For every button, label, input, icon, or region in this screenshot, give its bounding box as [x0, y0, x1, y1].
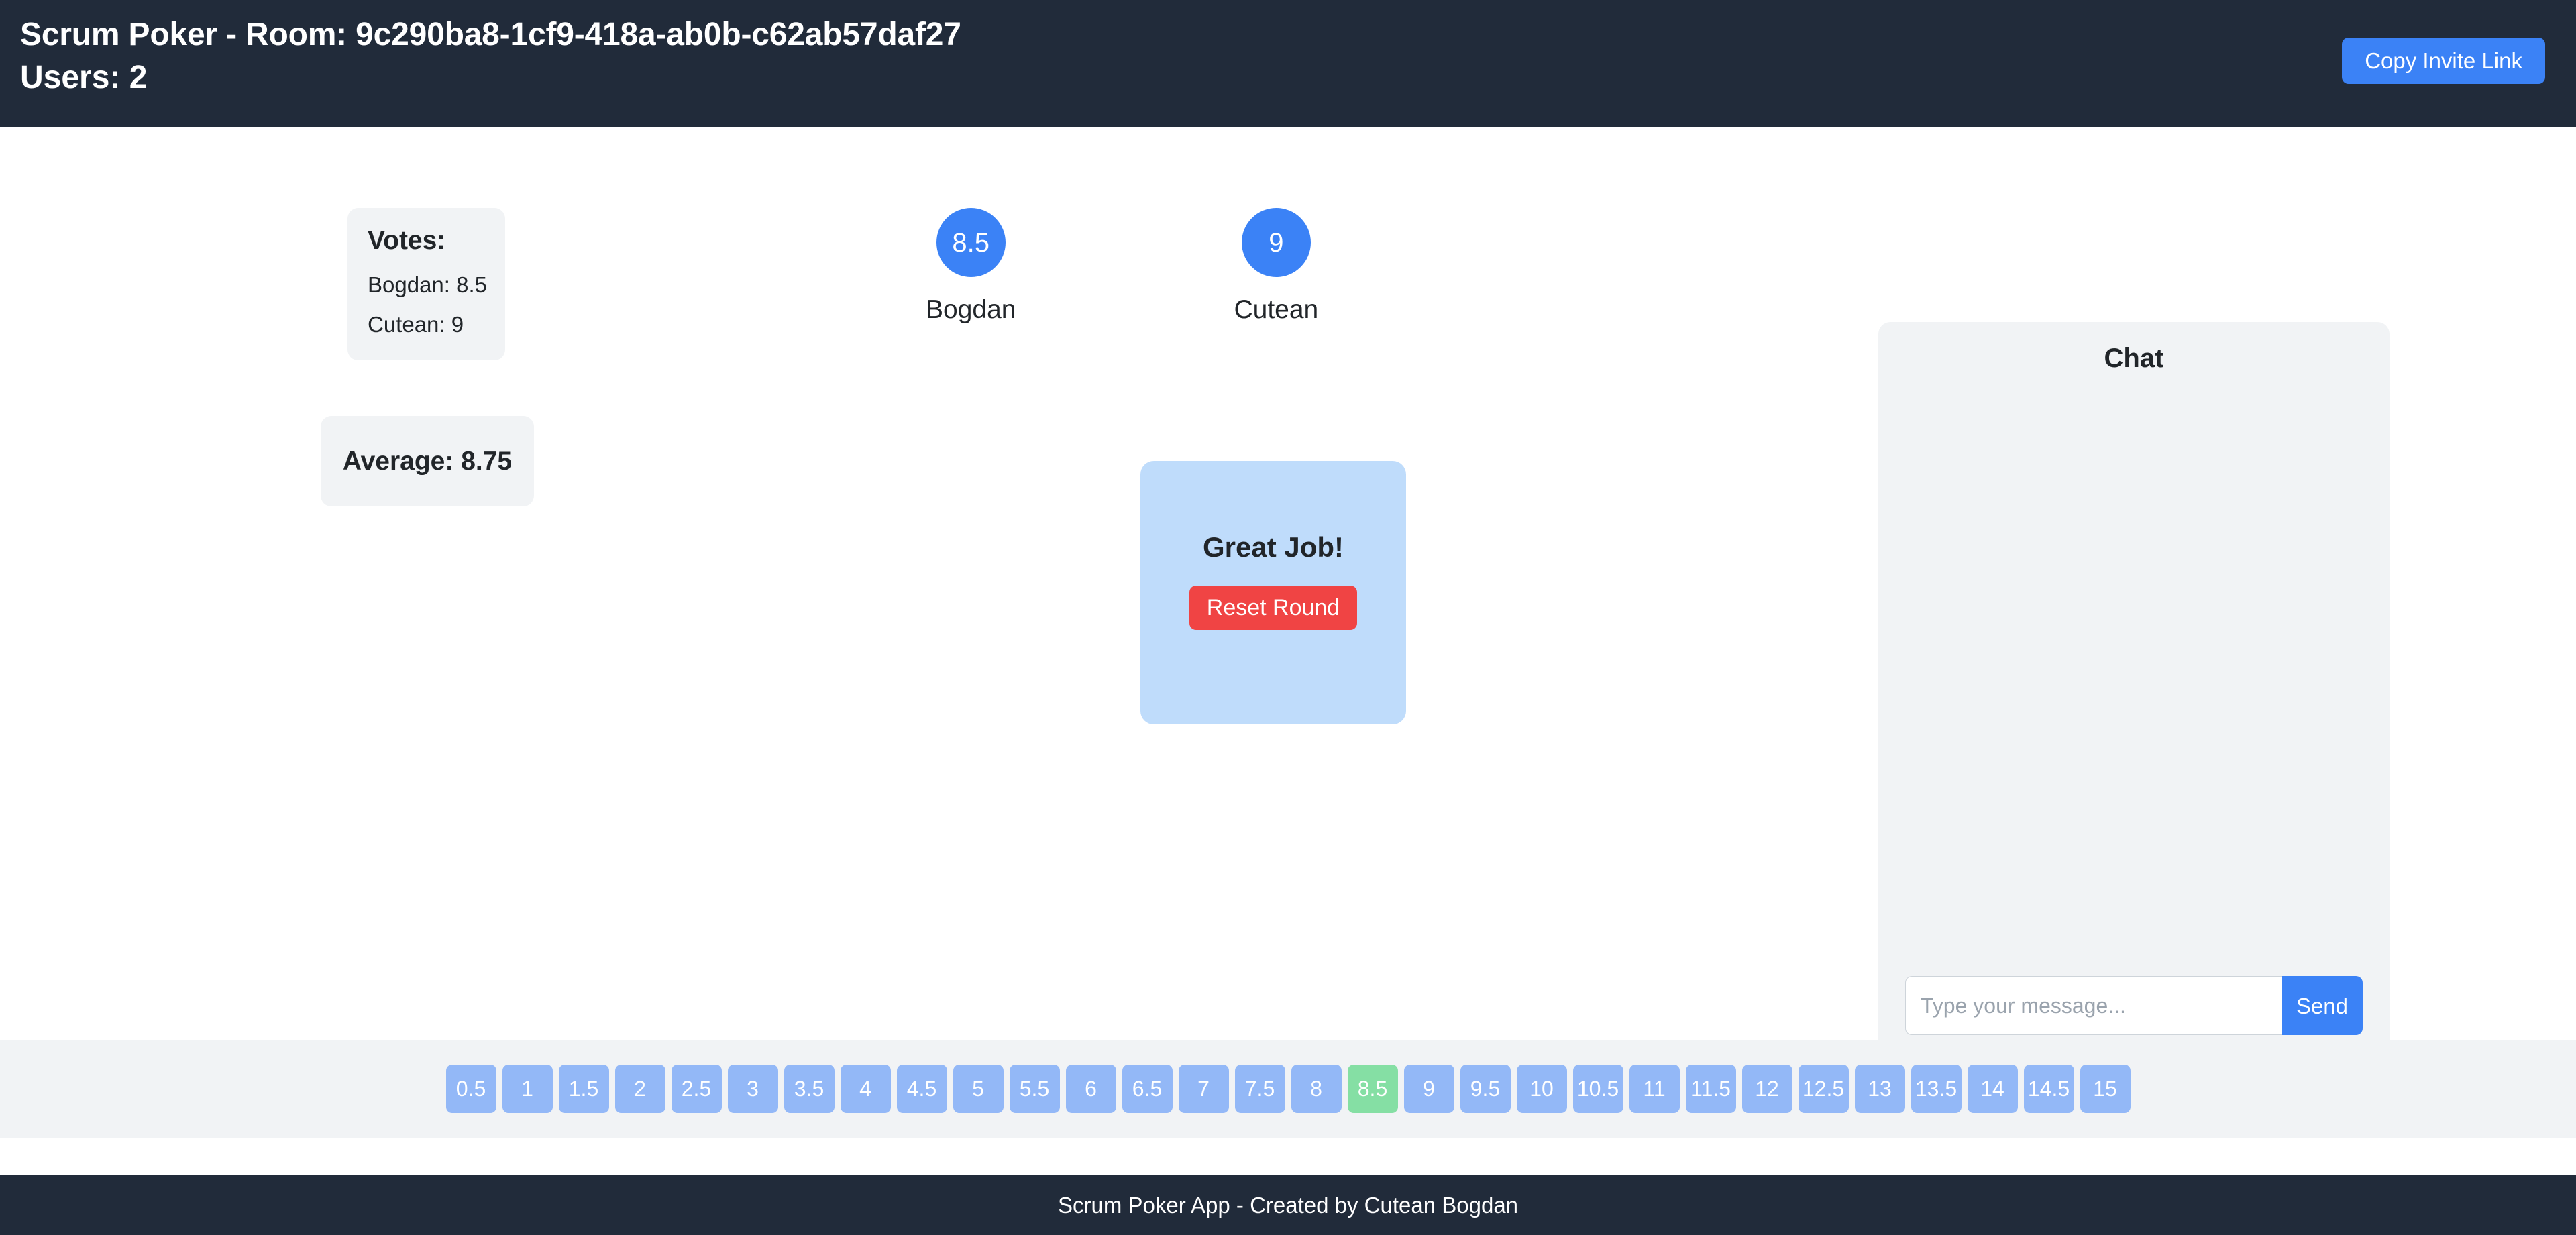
poker-card-selected[interactable]: 8.5: [1347, 1065, 1398, 1113]
app-header: Scrum Poker - Room: 9c290ba8-1cf9-418a-a…: [0, 0, 2576, 127]
poker-card[interactable]: 13: [1854, 1065, 1905, 1113]
poker-card[interactable]: 2: [614, 1065, 665, 1113]
reset-round-button[interactable]: Reset Round: [1189, 586, 1358, 630]
poker-card[interactable]: 10: [1516, 1065, 1567, 1113]
poker-card[interactable]: 7.5: [1234, 1065, 1285, 1113]
chat-send-button[interactable]: Send: [2281, 976, 2363, 1035]
poker-card[interactable]: 6: [1065, 1065, 1116, 1113]
chat-message-list: [1905, 372, 2363, 976]
chat-title: Chat: [2104, 343, 2164, 373]
poker-card[interactable]: 11: [1629, 1065, 1680, 1113]
poker-card[interactable]: 3.5: [784, 1065, 835, 1113]
participant-vote: 8.5 Bogdan: [926, 208, 1016, 323]
copy-invite-link-button[interactable]: Copy Invite Link: [2342, 38, 2545, 84]
poker-card[interactable]: 9.5: [1460, 1065, 1511, 1113]
participant-vote: 9 Cutean: [1234, 208, 1318, 323]
votes-list: Bogdan: 8.5 Cutean: 9: [368, 272, 487, 337]
poker-card[interactable]: 5: [953, 1065, 1004, 1113]
participant-name: Bogdan: [926, 295, 1016, 324]
app-footer: Scrum Poker App - Created by Cutean Bogd…: [0, 1175, 2576, 1235]
vote-list-item: Cutean: 9: [368, 311, 464, 337]
average-value: Average: 8.75: [342, 446, 513, 476]
poker-card[interactable]: 7: [1178, 1065, 1229, 1113]
chat-input-row: Send: [1905, 976, 2363, 1035]
votes-heading: Votes:: [368, 226, 446, 255]
round-result-panel: Great Job! Reset Round: [1140, 461, 1406, 724]
participant-name: Cutean: [1234, 295, 1319, 324]
poker-card[interactable]: 9: [1403, 1065, 1454, 1113]
poker-card[interactable]: 0.5: [445, 1065, 496, 1113]
page-title: Scrum Poker - Room: 9c290ba8-1cf9-418a-a…: [20, 17, 961, 52]
poker-card[interactable]: 15: [2080, 1065, 2131, 1113]
board-area: Votes: Bogdan: 8.5 Cutean: 9 Average: 8.…: [0, 127, 2576, 1061]
poker-card[interactable]: 14: [1967, 1065, 2018, 1113]
poker-card[interactable]: 8: [1291, 1065, 1342, 1113]
vote-circles-row: 8.5 Bogdan 9 Cutean: [926, 208, 1318, 323]
chat-panel: Chat Send: [1878, 322, 2390, 1061]
poker-card[interactable]: 13.5: [1911, 1065, 1962, 1113]
poker-card[interactable]: 12: [1741, 1065, 1792, 1113]
poker-card[interactable]: 14.5: [2023, 1065, 2074, 1113]
poker-card[interactable]: 1.5: [558, 1065, 609, 1113]
vote-bubble: 8.5: [936, 208, 1006, 277]
poker-card[interactable]: 4: [840, 1065, 891, 1113]
poker-card[interactable]: 1: [502, 1065, 553, 1113]
header-title-group: Scrum Poker - Room: 9c290ba8-1cf9-418a-a…: [20, 17, 961, 95]
poker-card[interactable]: 2.5: [671, 1065, 722, 1113]
poker-card-deck: 0.5 1 1.5 2 2.5 3 3.5 4 4.5 5 5.5 6 6.5 7 7.5 8 8.5 9 9.5 1…: [0, 1040, 2576, 1138]
vote-list-item: Bogdan: 8.5: [368, 272, 487, 297]
average-card: Average: 8.75: [321, 416, 534, 506]
poker-card[interactable]: 5.5: [1009, 1065, 1060, 1113]
poker-card[interactable]: 3: [727, 1065, 778, 1113]
poker-card[interactable]: 10.5: [1572, 1065, 1623, 1113]
chat-message-input[interactable]: [1905, 976, 2282, 1035]
votes-summary-card: Votes: Bogdan: 8.5 Cutean: 9: [347, 208, 505, 360]
poker-card[interactable]: 11.5: [1685, 1065, 1736, 1113]
footer-credit: Scrum Poker App - Created by Cutean Bogd…: [1057, 1193, 1519, 1218]
result-title: Great Job!: [1202, 531, 1344, 563]
vote-bubble: 9: [1241, 208, 1311, 277]
poker-card[interactable]: 12.5: [1798, 1065, 1849, 1113]
users-count: Users: 2: [20, 59, 148, 95]
poker-card[interactable]: 4.5: [896, 1065, 947, 1113]
poker-card[interactable]: 6.5: [1122, 1065, 1173, 1113]
